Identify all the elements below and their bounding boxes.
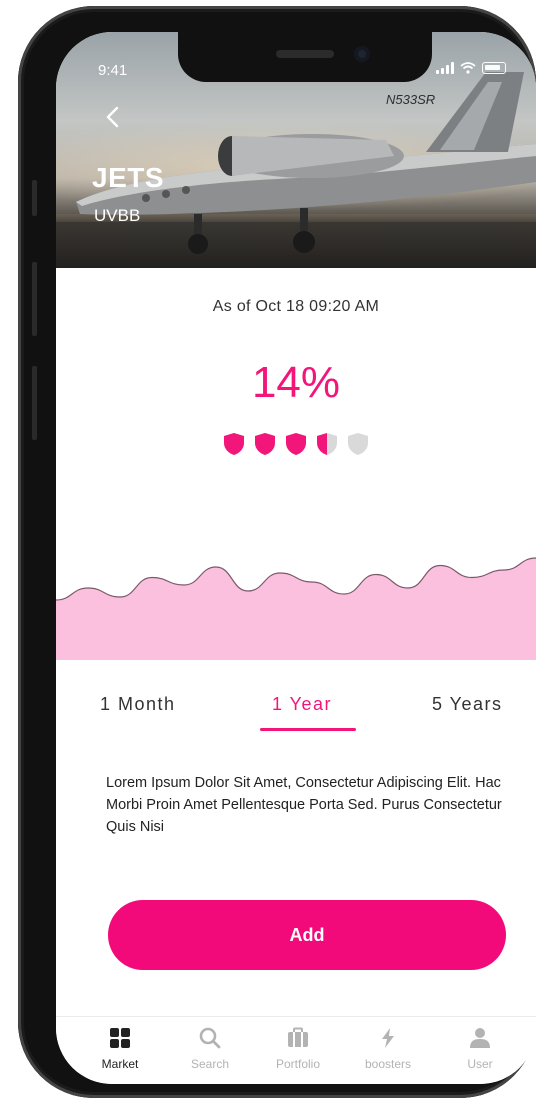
add-button[interactable]: Add	[108, 900, 506, 970]
nav-item-boosters[interactable]: boosters	[348, 1027, 428, 1071]
shield-icon	[286, 433, 306, 455]
nav-item-portfolio[interactable]: Portfolio	[258, 1027, 338, 1071]
briefcase-icon	[288, 1027, 308, 1047]
shield-icon	[317, 433, 337, 455]
bolt-icon	[382, 1028, 394, 1048]
status-icons	[436, 62, 506, 74]
percent-change: 14%	[251, 358, 341, 407]
chart-area	[56, 558, 536, 660]
tab-1-month[interactable]: 1 Month	[100, 694, 176, 715]
chevron-left-icon	[106, 106, 119, 128]
screen: N533SR 9:41 JETS UVBB As of Oct 18 09:20…	[56, 32, 536, 1084]
tab-5-years[interactable]: 5 Years	[432, 694, 503, 715]
shield-icon	[224, 433, 244, 455]
volume-down-button	[32, 366, 37, 440]
status-time: 9:41	[98, 62, 128, 79]
tab-1-year[interactable]: 1 Year	[272, 694, 332, 715]
wifi-icon	[460, 62, 476, 74]
nav-item-user[interactable]: User	[440, 1027, 520, 1071]
grid-icon	[110, 1028, 130, 1048]
nav-label-user: User	[467, 1057, 493, 1071]
notch	[178, 32, 432, 82]
shield-icon	[255, 433, 275, 455]
asset-title: JETS	[92, 162, 165, 193]
nav-label-search: Search	[190, 1057, 230, 1071]
bottom-nav: Market Search Portfolio boosters User	[56, 1016, 536, 1084]
nav-label-boosters: boosters	[364, 1057, 412, 1071]
phone-frame: N533SR 9:41 JETS UVBB As of Oct 18 09:20…	[18, 6, 536, 1098]
nav-label-portfolio: Portfolio	[275, 1057, 321, 1071]
tail-number: N533SR	[386, 92, 435, 107]
nav-item-market[interactable]: Market	[80, 1027, 160, 1071]
asset-description: Lorem Ipsum Dolor Sit Amet, Consectetur …	[106, 775, 502, 835]
back-button[interactable]	[98, 102, 128, 132]
user-icon	[470, 1028, 490, 1048]
volume-up-button	[32, 262, 37, 336]
nav-label-market: Market	[101, 1057, 139, 1071]
asset-code: UVBB	[94, 206, 141, 225]
active-tab-indicator	[260, 728, 356, 731]
shield-icon	[348, 433, 368, 455]
range-tabs: 1 Month 1 Year 5 Years	[56, 694, 536, 734]
shield-rating	[56, 432, 536, 456]
signal-icon	[436, 62, 454, 74]
as-of-timestamp: As of Oct 18 09:20 AM	[212, 298, 380, 315]
price-chart	[56, 557, 536, 660]
battery-icon	[482, 62, 506, 74]
mute-switch	[32, 180, 37, 216]
search-icon	[199, 1027, 221, 1049]
nav-item-search[interactable]: Search	[170, 1027, 250, 1071]
